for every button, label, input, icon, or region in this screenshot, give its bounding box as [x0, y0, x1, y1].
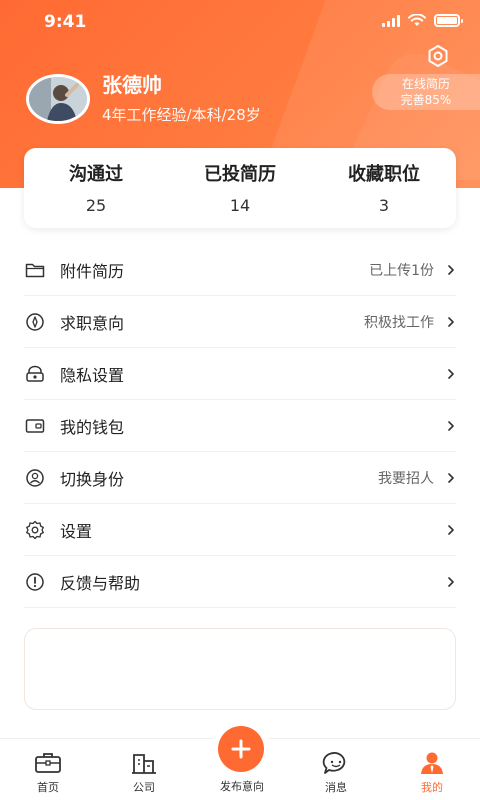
stat-label: 沟通过 — [69, 164, 123, 185]
profile-name: 张德帅 — [102, 73, 162, 97]
plus-icon — [231, 739, 251, 759]
profile-summary[interactable]: 张德帅 4年工作经验/本科/28岁 — [26, 72, 261, 125]
menu-item-job-intention[interactable]: 求职意向 积极找工作 — [24, 296, 456, 348]
menu-item-privacy[interactable]: 隐私设置 — [24, 348, 456, 400]
compass-icon — [24, 311, 46, 333]
menu-label: 求职意向 — [60, 313, 125, 333]
stat-contacted[interactable]: 沟通过 25 — [24, 148, 168, 228]
resume-badge-title: 在线简历 — [401, 77, 450, 91]
status-bar: 9:41 — [0, 0, 480, 44]
chevron-right-icon — [448, 576, 454, 587]
stat-label: 收藏职位 — [348, 164, 420, 185]
tab-label: 公司 — [133, 781, 155, 794]
chat-icon — [322, 752, 346, 774]
briefcase-icon — [35, 753, 61, 773]
tab-home[interactable]: 首页 — [0, 739, 96, 800]
stat-favorites[interactable]: 收藏职位 3 — [312, 148, 456, 228]
empty-card — [24, 628, 456, 710]
menu-item-feedback-help[interactable]: 反馈与帮助 — [24, 556, 456, 608]
menu-label: 反馈与帮助 — [60, 573, 141, 593]
avatar[interactable] — [26, 73, 90, 124]
menu-item-attachment-resume[interactable]: 附件简历 已上传1份 — [24, 244, 456, 296]
publish-button[interactable] — [218, 726, 264, 772]
stats-card: 沟通过 25 已投简历 14 收藏职位 3 — [24, 148, 456, 228]
building-icon — [132, 754, 156, 774]
tab-mine[interactable]: 我的 — [384, 739, 480, 800]
tab-label: 消息 — [325, 781, 347, 794]
menu-item-settings[interactable]: 设置 — [24, 504, 456, 556]
menu-label: 我的钱包 — [60, 417, 125, 437]
menu-item-switch-identity[interactable]: 切换身份 我要招人 — [24, 452, 456, 504]
stat-value: 14 — [229, 196, 251, 215]
profile-subtitle: 4年工作经验/本科/28岁 — [102, 106, 261, 124]
menu-label: 隐私设置 — [60, 365, 125, 385]
menu-label: 附件简历 — [60, 261, 125, 281]
wifi-icon — [408, 14, 426, 26]
menu-label: 设置 — [60, 521, 93, 541]
settings-menu: 附件简历 已上传1份 求职意向 积极找工作 隐私设置 我的钱包 切换身份 我要招… — [24, 244, 456, 608]
folder-icon — [24, 259, 46, 281]
wallet-icon — [24, 415, 46, 437]
privacy-icon — [24, 363, 46, 385]
tab-label: 首页 — [37, 781, 59, 794]
status-icons — [382, 14, 463, 27]
menu-value: 积极找工作 — [364, 314, 434, 331]
stat-value: 25 — [85, 196, 107, 215]
avatar-image — [29, 76, 87, 121]
stat-label: 已投简历 — [204, 164, 276, 185]
menu-value: 已上传1份 — [369, 262, 434, 279]
menu-value: 我要招人 — [378, 470, 434, 487]
resume-badge-progress: 完善85% — [400, 93, 452, 107]
chevron-right-icon — [448, 472, 454, 483]
publish-label: 发布意向 — [220, 780, 264, 793]
chevron-right-icon — [448, 368, 454, 379]
stat-applied[interactable]: 已投简历 14 — [168, 148, 312, 228]
chevron-right-icon — [448, 524, 454, 535]
hexagon-settings-icon[interactable] — [426, 44, 450, 68]
tab-label: 我的 — [421, 781, 443, 794]
status-time: 9:41 — [44, 12, 87, 32]
signal-icon — [382, 14, 400, 27]
tab-company[interactable]: 公司 — [96, 739, 192, 800]
stat-value: 3 — [378, 196, 390, 215]
chevron-right-icon — [448, 420, 454, 431]
help-icon — [24, 571, 46, 593]
user-switch-icon — [24, 467, 46, 489]
gear-icon — [24, 519, 46, 541]
chevron-right-icon — [448, 316, 454, 327]
online-resume-badge[interactable]: 在线简历 完善85% — [372, 74, 480, 110]
battery-icon — [434, 14, 463, 27]
menu-item-wallet[interactable]: 我的钱包 — [24, 400, 456, 452]
tab-messages[interactable]: 消息 — [288, 739, 384, 800]
chevron-right-icon — [448, 264, 454, 275]
menu-label: 切换身份 — [60, 469, 125, 489]
user-icon — [421, 752, 443, 774]
